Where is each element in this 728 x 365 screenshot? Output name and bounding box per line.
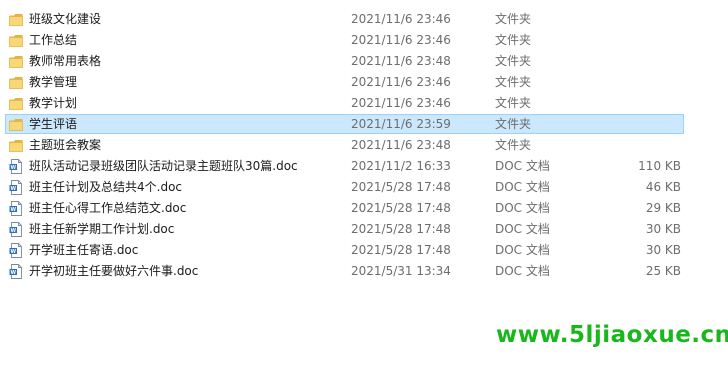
folder-icon [9,12,23,27]
file-name: 教师常用表格 [29,54,102,68]
file-name: 教学计划 [29,96,78,110]
doc-icon: W [9,264,23,279]
file-type: 文件夹 [495,117,532,131]
file-date-modified: 2021/11/6 23:48 [351,138,451,152]
file-type: DOC 文档 [495,180,550,194]
file-name: 班队活动记录班级团队活动记录主题班队30篇.doc [29,159,298,173]
file-size: 110 KB [638,159,681,173]
doc-icon: W [9,243,23,258]
file-size: 30 KB [645,222,681,236]
folder-icon [9,75,23,90]
svg-text:W: W [10,186,16,192]
file-name: 开学初班主任要做好六件事.doc [29,264,199,278]
file-row[interactable]: W 班队活动记录班级团队活动记录主题班队30篇.doc 2021/11/2 16:… [0,156,728,177]
file-size: 25 KB [645,264,681,278]
file-name: 班级文化建设 [29,12,102,26]
file-row[interactable]: 主题班会教案 2021/11/6 23:48 文件夹 [0,135,728,156]
file-size: 29 KB [645,201,681,215]
selection-highlight [5,114,684,134]
watermark-text: www.5ljiaoxue.cn [496,322,728,348]
file-list: 班级文化建设 2021/11/6 23:46 文件夹 工作总结 2021/11/6 2… [0,9,728,282]
svg-text:W: W [10,228,16,234]
file-type: 文件夹 [495,12,532,26]
file-name: 工作总结 [29,33,78,47]
file-row[interactable]: W 班主任新学期工作计划.doc 2021/5/28 17:48 DOC 文档 30 … [0,219,728,240]
file-name: 班主任新学期工作计划.doc [29,222,175,236]
doc-icon: W [9,201,23,216]
file-date-modified: 2021/11/6 23:46 [351,75,451,89]
file-type: 文件夹 [495,33,532,47]
file-type: DOC 文档 [495,201,550,215]
file-row[interactable]: 教师常用表格 2021/11/6 23:48 文件夹 [0,51,728,72]
file-date-modified: 2021/5/28 17:48 [351,201,451,215]
doc-icon: W [9,159,23,174]
svg-text:W: W [10,249,16,255]
file-name: 班主任计划及总结共4个.doc [29,180,183,194]
file-size: 30 KB [645,243,681,257]
file-date-modified: 2021/5/28 17:48 [351,180,451,194]
file-name: 主题班会教案 [29,138,102,152]
file-name: 班主任心得工作总结范文.doc [29,201,187,215]
file-row[interactable]: 工作总结 2021/11/6 23:46 文件夹 [0,30,728,51]
file-row[interactable]: W 班主任心得工作总结范文.doc 2021/5/28 17:48 DOC 文档 29… [0,198,728,219]
file-type: 文件夹 [495,96,532,110]
folder-icon [9,54,23,69]
file-name: 开学班主任寄语.doc [29,243,139,257]
file-date-modified: 2021/5/28 17:48 [351,243,451,257]
file-date-modified: 2021/5/31 13:34 [351,264,451,278]
file-date-modified: 2021/11/6 23:46 [351,12,451,26]
file-date-modified: 2021/11/6 23:48 [351,54,451,68]
folder-icon [9,138,23,153]
file-date-modified: 2021/11/2 16:33 [351,159,451,173]
file-type: 文件夹 [495,75,532,89]
file-type: DOC 文档 [495,243,550,257]
folder-icon [9,96,23,111]
file-row[interactable]: 教学计划 2021/11/6 23:46 文件夹 [0,93,728,114]
file-type: 文件夹 [495,54,532,68]
doc-icon: W [9,222,23,237]
file-type: 文件夹 [495,138,532,152]
folder-icon [9,117,23,132]
file-type: DOC 文档 [495,159,550,173]
file-size: 46 KB [645,180,681,194]
file-row[interactable]: W 班主任计划及总结共4个.doc 2021/5/28 17:48 DOC 文档 46… [0,177,728,198]
file-name: 学生评语 [29,117,78,131]
file-date-modified: 2021/5/28 17:48 [351,222,451,236]
doc-icon: W [9,180,23,195]
folder-icon [9,33,23,48]
file-date-modified: 2021/11/6 23:59 [351,117,451,131]
file-row[interactable]: 班级文化建设 2021/11/6 23:46 文件夹 [0,9,728,30]
file-row[interactable]: W 开学初班主任要做好六件事.doc 2021/5/31 13:34 DOC 文档 2… [0,261,728,282]
file-row[interactable]: 学生评语 2021/11/6 23:59 文件夹 [0,114,728,135]
file-row[interactable]: W 开学班主任寄语.doc 2021/5/28 17:48 DOC 文档 30 KB [0,240,728,261]
file-row[interactable]: 教学管理 2021/11/6 23:46 文件夹 [0,72,728,93]
file-type: DOC 文档 [495,264,550,278]
svg-text:W: W [10,270,16,276]
file-type: DOC 文档 [495,222,550,236]
file-date-modified: 2021/11/6 23:46 [351,33,451,47]
svg-text:W: W [10,165,16,171]
file-date-modified: 2021/11/6 23:46 [351,96,451,110]
svg-text:W: W [10,207,16,213]
file-name: 教学管理 [29,75,78,89]
